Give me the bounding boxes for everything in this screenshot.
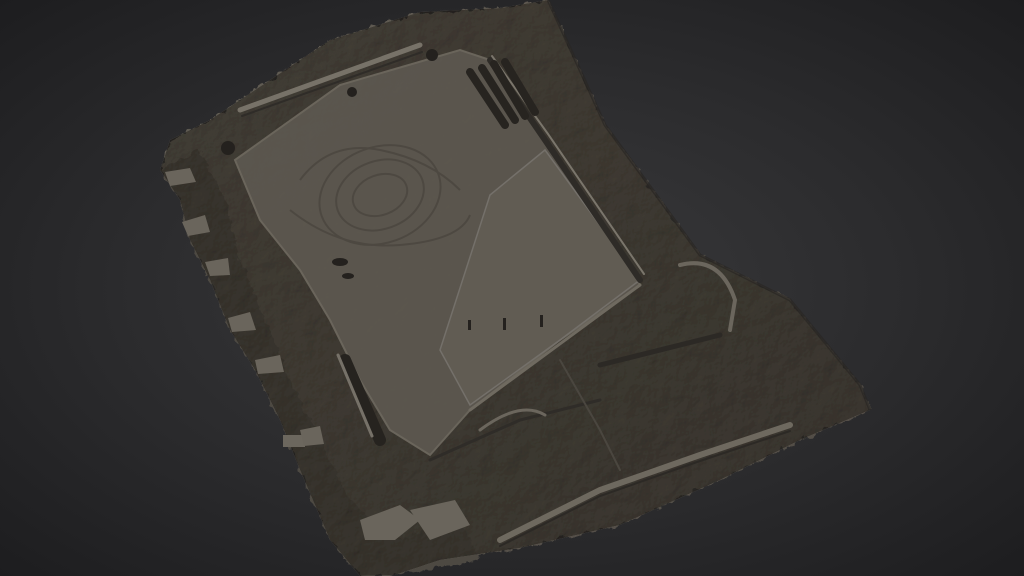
terrain-scan-model[interactable] — [0, 0, 1024, 576]
3d-model-viewport[interactable] — [0, 0, 1024, 576]
